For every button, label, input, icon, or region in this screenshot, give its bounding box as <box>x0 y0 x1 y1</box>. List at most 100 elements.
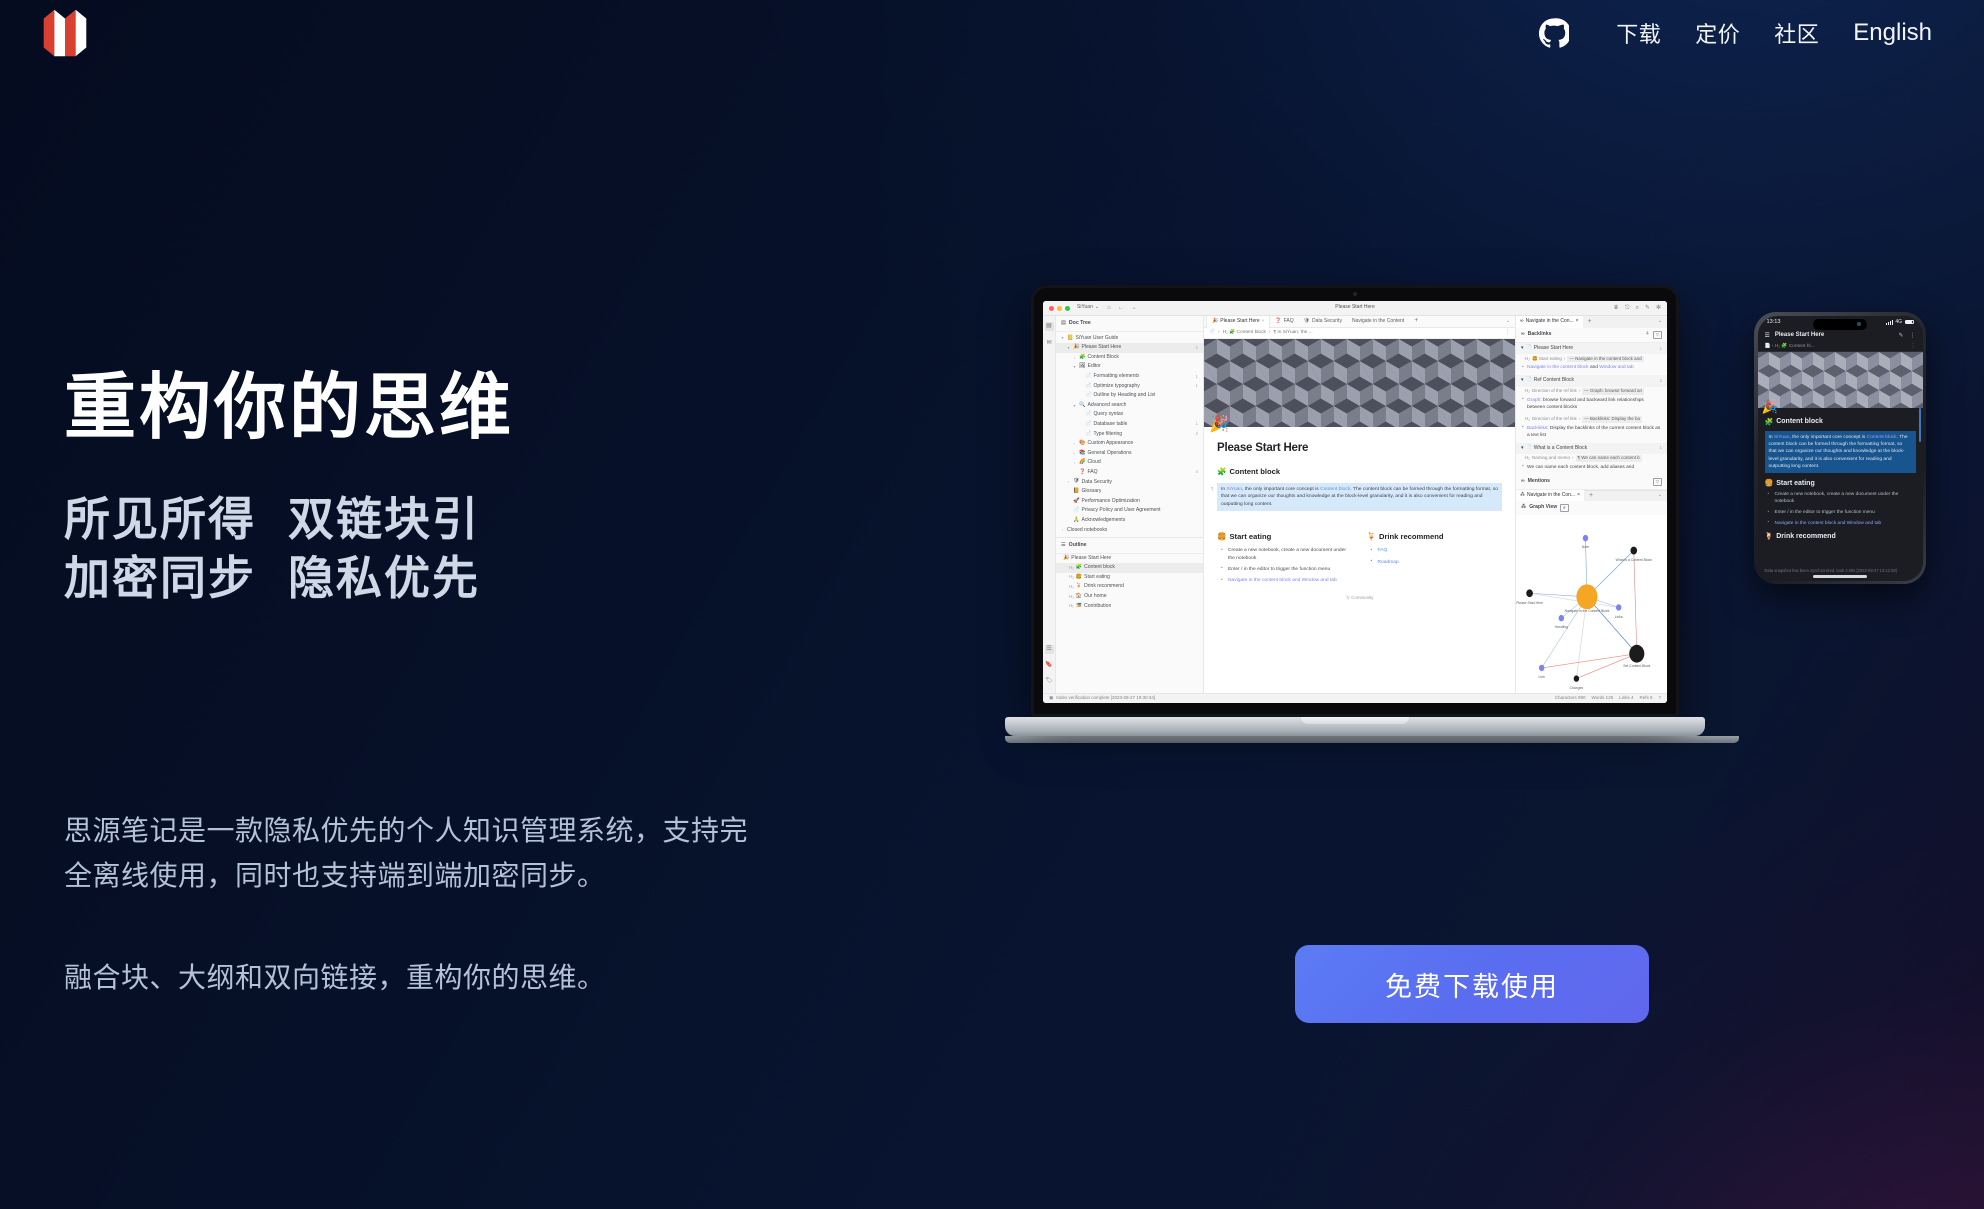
close-icon[interactable] <box>1049 305 1054 311</box>
tree-item[interactable]: 📙 Glossary <box>1056 487 1203 497</box>
chevron-icon[interactable]: › <box>1072 355 1077 361</box>
backlink-item[interactable]: Backlinks: Display the backlinks of the … <box>1516 424 1667 442</box>
editor-tab[interactable]: 🛡 Data Security <box>1299 316 1347 328</box>
nav-link-pricing[interactable]: 定价 <box>1678 11 1757 55</box>
tag-icon[interactable]: 🏷 <box>1045 677 1054 686</box>
tree-item[interactable]: ▾ 🎉 Please Start Here 2 <box>1056 343 1203 353</box>
chevron-icon[interactable]: › <box>1066 479 1071 485</box>
backlink-path[interactable]: H₂ 🍔 Start eating › — Navigate in the conte… <box>1516 354 1667 364</box>
inline-link[interactable]: Roadmap <box>1378 560 1399 565</box>
help-icon[interactable]: ? <box>1658 695 1661 702</box>
editor-tab[interactable]: 🎉 Please Start Here × <box>1206 315 1271 328</box>
inline-link[interactable]: SiYuan <box>1774 435 1790 440</box>
more-vertical-icon[interactable]: ⋮ <box>1910 332 1916 339</box>
tree-item[interactable]: › 🎨 Custom Appearance <box>1056 439 1203 449</box>
siyuan-logo[interactable] <box>34 3 96 63</box>
settings-icon[interactable]: ✻ <box>1656 304 1661 313</box>
tree-item[interactable]: ▾ 🔍 Advanced search <box>1056 401 1203 411</box>
editor-tab[interactable]: ❓ FAQ <box>1270 316 1298 328</box>
hamburger-menu-icon[interactable]: ☰ <box>1765 332 1770 339</box>
chevron-icon[interactable]: ▾ <box>1521 345 1524 352</box>
outline-item[interactable]: H₂ 🏠 Our home <box>1056 592 1203 602</box>
inline-link[interactable]: Graph <box>1527 398 1540 403</box>
chevron-down-icon[interactable]: ⌄ <box>1658 318 1667 325</box>
inline-link[interactable]: FAQ <box>1378 548 1388 553</box>
github-icon[interactable] <box>1539 18 1570 48</box>
crown-icon[interactable]: ♛ <box>1613 304 1618 313</box>
tree-item[interactable]: 📄 Type filtering 2 <box>1056 429 1203 439</box>
tree-item[interactable]: › 🌈 Cloud <box>1056 458 1203 468</box>
chevron-icon[interactable]: ▾ <box>1066 345 1071 351</box>
sync-icon[interactable]: ⎋ <box>1625 304 1630 313</box>
inline-link[interactable]: Navigate in the content block and Window… <box>1775 521 1882 526</box>
backlink-group-header[interactable]: ▾ 📄 Ref Content Block 2 <box>1516 375 1667 387</box>
list-item[interactable]: FAQ <box>1371 547 1503 555</box>
tree-item[interactable]: 📄 Outline by Heading and List <box>1056 391 1203 401</box>
editor-tab[interactable]: Navigate in the Content <box>1347 316 1409 328</box>
tree-item[interactable]: › Closed notebooks <box>1056 525 1203 535</box>
tree-item[interactable]: 📄 Privacy Policy and User Agreement <box>1056 506 1203 516</box>
outline-item[interactable]: H₂ 🧩 Content block <box>1056 563 1203 573</box>
inline-link[interactable]: Content block <box>1320 487 1350 492</box>
phone-breadcrumb[interactable]: 📄 › H₂ 🧩 Content bl... ⋮ <box>1757 342 1923 352</box>
doc-tree-icon[interactable]: ▤ <box>1044 322 1054 331</box>
backlink-item[interactable]: Navigate in the content block and Window… <box>1516 364 1667 375</box>
close-icon[interactable]: × <box>1262 318 1265 325</box>
tree-item[interactable]: ▾ 🖼 Editor <box>1056 362 1203 372</box>
chevron-icon[interactable]: ▾ <box>1521 445 1524 452</box>
inline-link[interactable]: Navigate in the content block <box>1527 365 1589 370</box>
nav-link-language[interactable]: English <box>1836 13 1932 53</box>
tree-item[interactable]: › 📚 General Operations <box>1056 449 1203 459</box>
list-item[interactable]: Roadmap <box>1371 558 1503 566</box>
chevron-down-icon[interactable]: ⌄ <box>1658 492 1667 499</box>
bookmark-icon[interactable]: 🔖 <box>1045 661 1054 670</box>
home-icon[interactable]: ⌂ <box>1107 304 1111 313</box>
inline-link[interactable]: Navigate in the content block and Window… <box>1228 578 1337 583</box>
more-icon[interactable]: ⋮ <box>1911 344 1916 349</box>
edit-icon[interactable]: ✎ <box>1645 304 1650 313</box>
nav-link-download[interactable]: 下载 <box>1599 11 1678 55</box>
backlink-path[interactable]: H₂ Direction of the ref link › — Backlinks:… <box>1516 415 1667 425</box>
tree-item[interactable]: ❓ FAQ 4 <box>1056 468 1203 478</box>
maximize-icon[interactable] <box>1065 305 1070 311</box>
outline-icon[interactable]: ☰ <box>1044 645 1054 654</box>
nav-link-community[interactable]: 社区 <box>1757 11 1836 55</box>
inline-link[interactable]: Window and tab <box>1599 365 1633 370</box>
backlink-group-header[interactable]: ▾ 📄 Please Start Here 1 <box>1516 343 1667 355</box>
chevron-icon[interactable]: › <box>1072 441 1077 447</box>
inline-link[interactable]: Backlinks <box>1527 426 1547 431</box>
tree-item[interactable]: 📄 Query syntax <box>1056 410 1203 420</box>
chevron-icon[interactable]: › <box>1072 460 1077 466</box>
backlink-path[interactable]: H₂ Direction of the ref link › — Graph: bro… <box>1516 387 1667 397</box>
graph-canvas[interactable]: Navigate in the Content Block Set Content… <box>1516 515 1667 693</box>
close-icon[interactable]: × <box>1577 492 1580 499</box>
highlighted-paragraph[interactable]: ¶ In SiYuan, the only important core con… <box>1211 482 1502 512</box>
list-item[interactable]: Navigate in the content block and Window… <box>1768 519 1916 527</box>
tree-item[interactable]: › 🧩 Content Block <box>1056 353 1203 363</box>
edit-icon[interactable]: ✎ <box>1898 332 1903 339</box>
phone-scrollbar[interactable] <box>1919 407 1921 442</box>
breadcrumb-doc-icon[interactable]: 📄 <box>1209 330 1215 337</box>
phone-highlighted-paragraph[interactable]: In SiYuan, the only important core conce… <box>1764 430 1916 474</box>
download-cta-button[interactable]: 免费下载使用 <box>1295 945 1649 1023</box>
add-tab-button[interactable]: + <box>1583 317 1597 327</box>
list-item[interactable]: Navigate in the content block and Window… <box>1221 577 1353 585</box>
tree-item[interactable]: 🙏 Acknowledgements <box>1056 516 1203 526</box>
minimize-icon[interactable] <box>1057 305 1062 311</box>
chevron-icon[interactable]: ▾ <box>1521 377 1524 384</box>
more-icon[interactable]: ⋮ <box>1505 330 1510 337</box>
inline-link[interactable]: SiYuan <box>1227 487 1243 492</box>
close-icon[interactable]: × <box>1576 318 1579 325</box>
add-tab-button[interactable]: + <box>1409 316 1423 326</box>
tree-item[interactable]: 🚀 Performance Optimization <box>1056 497 1203 507</box>
outline-item[interactable]: H₂ 🍹 Drink recommend <box>1056 582 1203 592</box>
chevron-icon[interactable]: › <box>1060 527 1065 533</box>
outline-item[interactable]: H₂ 🍔 Start eating <box>1056 573 1203 583</box>
outline-item[interactable]: H₂ 🎏 Contribution <box>1056 602 1203 612</box>
search-icon[interactable]: ⌕ <box>1560 503 1569 513</box>
dock-tab-backlinks[interactable]: ∞ Navigate in the Con... × <box>1516 316 1583 328</box>
backlink-group-header[interactable]: ▾ 📄 What is a Content Block 1 <box>1516 442 1667 454</box>
inbox-icon[interactable]: ✉ <box>1045 339 1054 348</box>
backlink-item[interactable]: We can name each content block, add alia… <box>1516 463 1667 474</box>
chevron-down-icon[interactable]: ⌄ <box>1506 318 1515 325</box>
